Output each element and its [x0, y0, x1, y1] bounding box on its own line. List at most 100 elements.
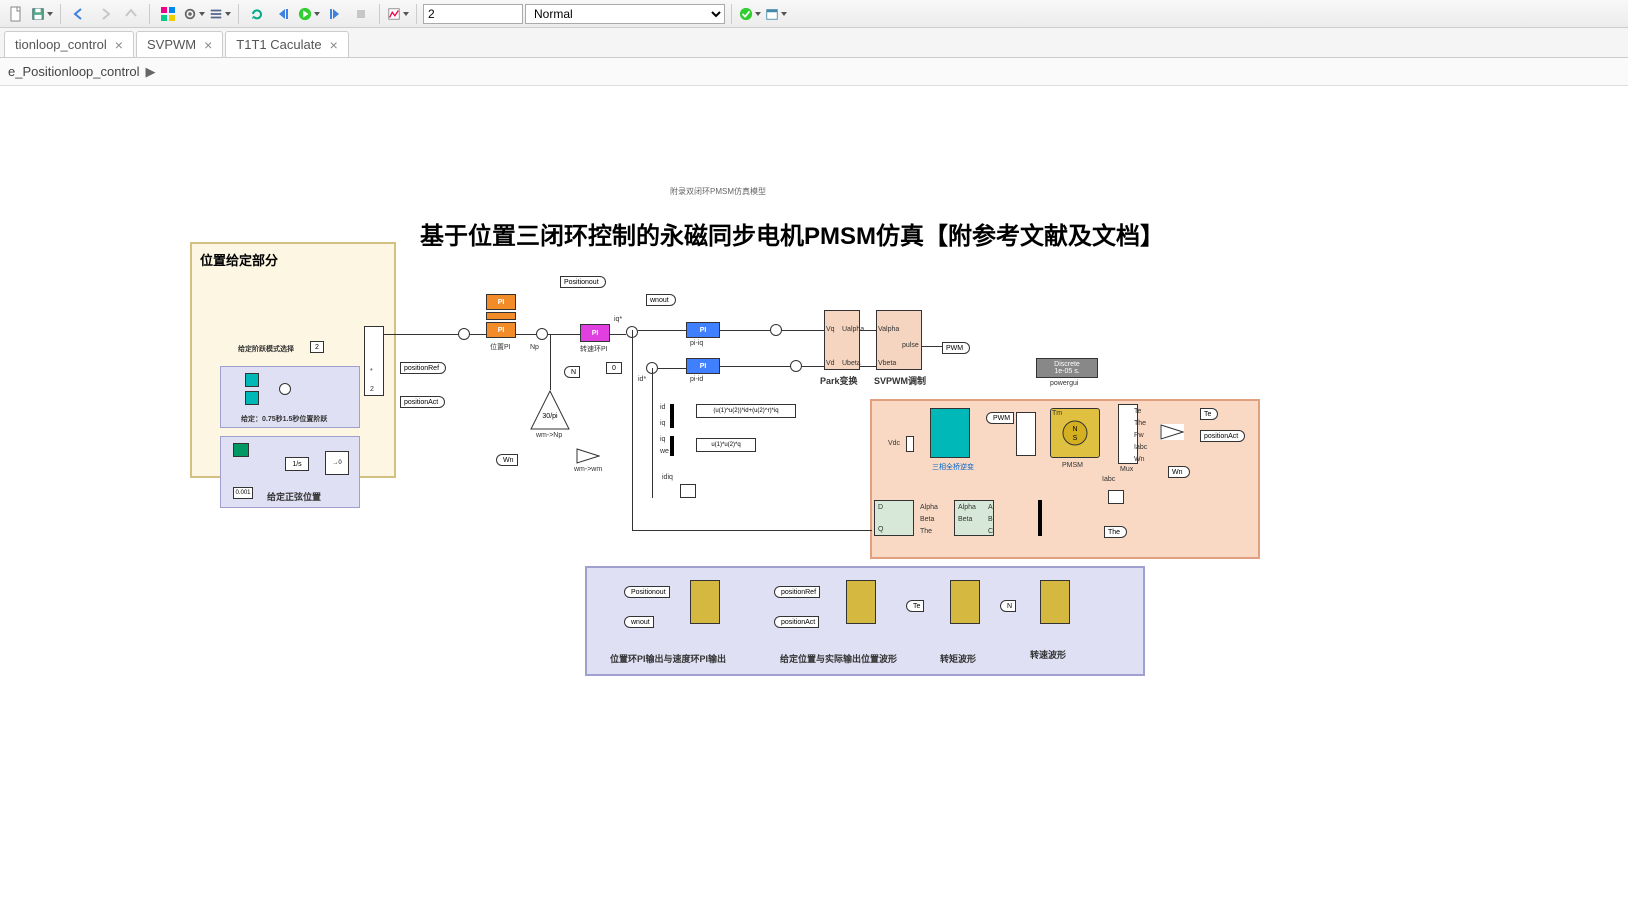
- sum-position[interactable]: [458, 328, 470, 340]
- park-label: Park变换: [820, 374, 858, 387]
- stop-button[interactable]: [349, 3, 373, 25]
- gain-value[interactable]: 0.001: [233, 487, 253, 499]
- close-icon[interactable]: ×: [115, 37, 123, 53]
- port-ubeta: Ubeta: [842, 360, 861, 367]
- step-forward-button[interactable]: [323, 3, 347, 25]
- mux-block[interactable]: [1038, 500, 1042, 536]
- gain-30pi[interactable]: 30/pi: [530, 390, 570, 430]
- step-subsystem[interactable]: 给定：0.75秒1.5秒位置阶跃: [220, 366, 360, 428]
- inverter-label: 三相全桥逆变: [932, 462, 974, 472]
- config-button[interactable]: [182, 3, 206, 25]
- fcn-block-1[interactable]: (u(1)^u(2))*id+(u(2)^r)*iq: [696, 404, 796, 418]
- goto-pwm[interactable]: PWM: [942, 342, 970, 354]
- goto-positionref[interactable]: positionRef: [400, 362, 446, 374]
- measurement-block[interactable]: [1016, 412, 1036, 456]
- goto-the[interactable]: The: [1104, 526, 1127, 538]
- gain-block[interactable]: →0: [325, 451, 349, 475]
- mux-idiq2[interactable]: [670, 436, 674, 456]
- tab-positionloop[interactable]: tionloop_control×: [4, 31, 134, 57]
- from-pwm[interactable]: PWM: [986, 412, 1014, 424]
- run-button[interactable]: [297, 3, 321, 25]
- schedule-button[interactable]: [764, 3, 788, 25]
- model-tabs: tionloop_control× SVPWM× T1T1 Caculate×: [0, 28, 1628, 58]
- save-icon: [31, 6, 45, 22]
- pos-pi-label: 位置PI: [490, 342, 511, 352]
- goto-positionact[interactable]: positionAct: [1200, 430, 1245, 442]
- from-n[interactable]: N: [1000, 600, 1016, 612]
- from-positionact[interactable]: positionAct: [400, 396, 445, 408]
- goto-positionout[interactable]: Positionout: [560, 276, 606, 288]
- goto-te[interactable]: Te: [1200, 408, 1218, 420]
- scope-block[interactable]: [1108, 490, 1124, 504]
- inverter-block[interactable]: [930, 408, 970, 458]
- from-positionact2[interactable]: positionAct: [774, 616, 819, 628]
- stop-time-input[interactable]: [423, 4, 523, 24]
- sat-block[interactable]: [486, 312, 516, 320]
- scope-block[interactable]: [950, 580, 980, 624]
- tab-svpwm[interactable]: SVPWM×: [136, 31, 223, 57]
- gain-block[interactable]: [1160, 424, 1184, 440]
- model-root: 附录双闭环PMSM仿真模型 基于位置三闭环控制的永磁同步电机PMSM仿真【附参考…: [190, 186, 1450, 786]
- sine-block[interactable]: [233, 443, 249, 457]
- port-c: C: [988, 528, 993, 535]
- sum-vq[interactable]: [770, 324, 782, 336]
- from-wn[interactable]: Wn: [496, 454, 518, 466]
- close-icon[interactable]: ×: [204, 37, 212, 53]
- from-positionout[interactable]: Positionout: [624, 586, 670, 598]
- model-canvas[interactable]: 附录双闭环PMSM仿真模型 基于位置三闭环控制的永磁同步电机PMSM仿真【附参考…: [0, 86, 1628, 915]
- scope-idiq[interactable]: [680, 484, 696, 498]
- multiport-switch[interactable]: [364, 326, 384, 396]
- step-block[interactable]: [245, 373, 259, 387]
- save-button[interactable]: [30, 3, 54, 25]
- dc-source[interactable]: [906, 436, 914, 452]
- explorer-button[interactable]: [208, 3, 232, 25]
- sum-block[interactable]: [279, 383, 291, 395]
- signal-line: [782, 330, 824, 331]
- sim-mode-select[interactable]: Normal: [525, 4, 725, 24]
- fcn-block-2[interactable]: u(1)*u(2)*q: [696, 438, 756, 452]
- breadcrumb: e_Positionloop_control ▶: [0, 58, 1628, 86]
- library-button[interactable]: [156, 3, 180, 25]
- model-title: 基于位置三闭环控制的永磁同步电机PMSM仿真【附参考文献及文档】: [420, 216, 1164, 251]
- tab-t1t1[interactable]: T1T1 Caculate×: [225, 31, 348, 57]
- constant-block[interactable]: 2: [310, 341, 324, 353]
- pi-block[interactable]: PI: [486, 294, 516, 310]
- iq-pi-block[interactable]: PI: [686, 322, 720, 338]
- speed-pi-block[interactable]: PI: [580, 324, 610, 342]
- from-te[interactable]: Te: [906, 600, 924, 612]
- signal-line: [860, 330, 876, 331]
- close-icon[interactable]: ×: [330, 37, 338, 53]
- from-wnout[interactable]: wnout: [624, 616, 654, 628]
- sum-speed[interactable]: [536, 328, 548, 340]
- sig-wn: Wn: [1134, 456, 1145, 463]
- scope-block[interactable]: [1040, 580, 1070, 624]
- scope-block[interactable]: [846, 580, 876, 624]
- step-block[interactable]: [245, 391, 259, 405]
- mux-idiq1[interactable]: [670, 404, 674, 428]
- from-positionref[interactable]: positionRef: [774, 586, 820, 598]
- id-pi-block[interactable]: PI: [686, 358, 720, 374]
- area-title: 位置给定部分: [192, 244, 394, 275]
- transfer-block[interactable]: 1/s: [285, 457, 309, 471]
- scope-block[interactable]: [690, 580, 720, 624]
- check-button[interactable]: [738, 3, 762, 25]
- breadcrumb-item[interactable]: e_Positionloop_control: [8, 64, 140, 79]
- step-back-button[interactable]: [271, 3, 295, 25]
- up-button[interactable]: [119, 3, 143, 25]
- update-button[interactable]: [245, 3, 269, 25]
- new-button[interactable]: [4, 3, 28, 25]
- back-button[interactable]: [67, 3, 91, 25]
- from-n[interactable]: N: [564, 366, 580, 378]
- goto-wnout[interactable]: wnout: [646, 294, 676, 306]
- goto-wn[interactable]: Wn: [1168, 466, 1190, 478]
- sum-vd[interactable]: [790, 360, 802, 372]
- pi-block[interactable]: PI: [486, 322, 516, 338]
- forward-button[interactable]: [93, 3, 117, 25]
- powergui-block[interactable]: Discrete 1e-05 s.: [1036, 358, 1098, 378]
- iq-label2: iq: [660, 436, 665, 443]
- gain-wm[interactable]: [576, 448, 600, 464]
- signal-line: [632, 530, 872, 531]
- data-inspector-button[interactable]: [386, 3, 410, 25]
- sine-subsystem[interactable]: 1/s →0 0.001 给定正弦位置: [220, 436, 360, 508]
- constant-id[interactable]: 0: [606, 362, 622, 374]
